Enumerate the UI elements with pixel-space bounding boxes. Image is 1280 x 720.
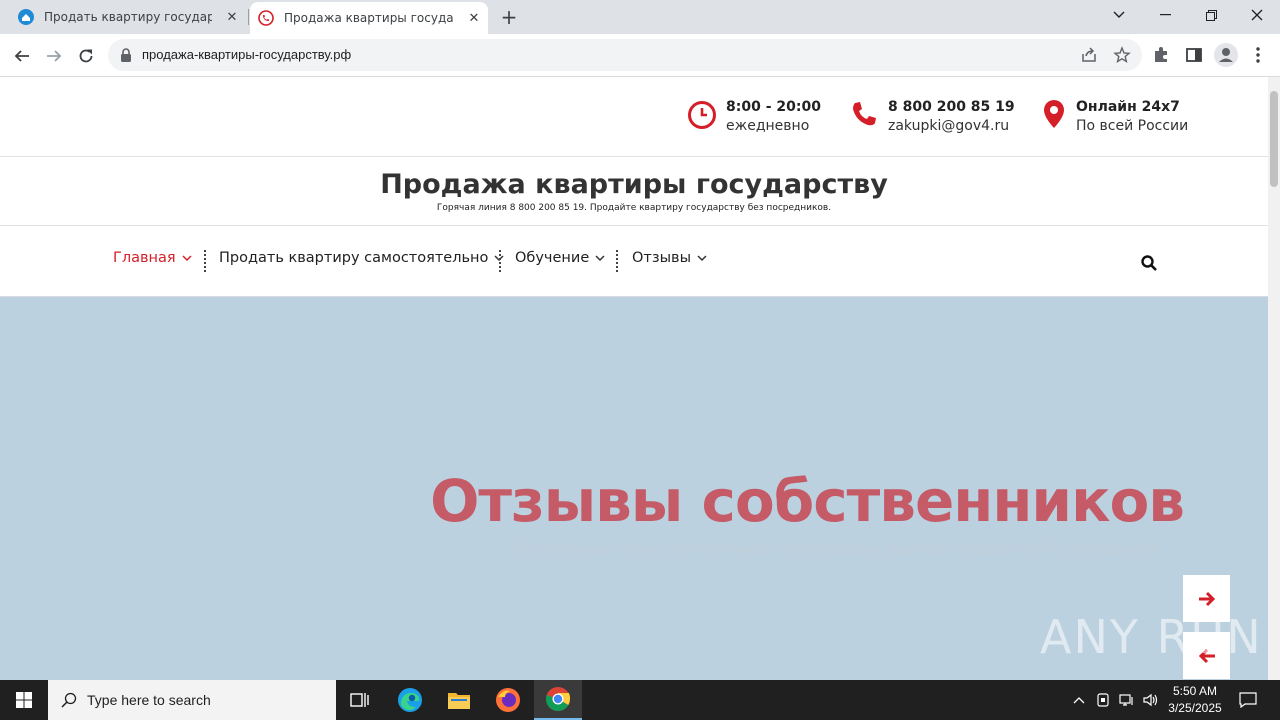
search-icon[interactable]	[1140, 254, 1158, 272]
extensions-puzzle-icon[interactable]	[1152, 45, 1172, 65]
new-tab-button[interactable]: +	[498, 6, 520, 28]
side-panel-icon[interactable]	[1184, 45, 1204, 65]
hours-text: 8:00 - 20:00	[726, 99, 821, 115]
address-bar[interactable]: продажа-квартиры-государству.рф	[108, 39, 1142, 71]
chrome-icon	[546, 687, 571, 712]
start-button[interactable]	[0, 680, 48, 720]
menu-item-home[interactable]: Главная	[113, 250, 192, 266]
menu-item-reviews[interactable]: Отзывы	[632, 250, 707, 266]
web-page: 8:00 - 20:00 ежедневно 8 800 200 85 19 z…	[0, 77, 1268, 680]
folder-icon	[448, 693, 470, 709]
menu-item-label: Обучение	[515, 250, 590, 266]
contact-phone: 8 800 200 85 19 zakupki@gov4.ru	[848, 98, 1015, 136]
search-icon	[61, 692, 77, 708]
chevron-down-icon	[595, 255, 605, 262]
chevron-down-icon	[697, 255, 707, 262]
region-text: По всей России	[1076, 118, 1189, 134]
contact-hours: 8:00 - 20:00 ежедневно	[686, 98, 821, 136]
url-text[interactable]: продажа-квартиры-государству.рф	[142, 47, 351, 62]
tab-search-chevron-icon[interactable]	[1096, 0, 1142, 30]
chevron-down-icon	[182, 255, 192, 262]
site-title[interactable]: Продажа квартиры государству	[0, 169, 1268, 200]
taskbar-search-box[interactable]: Type here to search	[48, 680, 336, 720]
phone-number[interactable]: 8 800 200 85 19	[888, 98, 1015, 117]
tab-active[interactable]: Продажа квартиры государств ✕	[250, 2, 488, 34]
tray-overflow-icon[interactable]	[1070, 680, 1088, 720]
bookmark-star-icon[interactable]	[1113, 46, 1131, 64]
firefox-app-button[interactable]	[484, 680, 532, 720]
back-button[interactable]	[8, 42, 36, 70]
share-icon[interactable]	[1080, 46, 1098, 64]
edge-icon	[398, 688, 422, 712]
location-pin-icon	[1044, 100, 1064, 128]
menu-separator	[616, 250, 618, 272]
tab-title: Продать квартиру государству	[44, 10, 212, 24]
menu-item-label: Продать квартиру самостоятельно	[219, 250, 489, 266]
site-description: Горячая линия 8 800 200 85 19. Продайте …	[436, 203, 832, 213]
page-scrollbar[interactable]	[1268, 77, 1280, 680]
tab-inactive[interactable]: Продать квартиру государству ✕	[0, 0, 248, 34]
anyrun-watermark: ANY RUN	[1040, 610, 1263, 664]
menu-separator	[204, 250, 206, 272]
task-view-button[interactable]	[336, 680, 384, 720]
phone-icon	[853, 102, 876, 126]
browser-toolbar: продажа-квартиры-государству.рф	[0, 34, 1280, 77]
edge-app-button[interactable]	[386, 680, 434, 720]
clock-icon	[688, 101, 716, 129]
search-placeholder: Type here to search	[87, 692, 211, 708]
online-text: Онлайн 24x7	[1076, 99, 1180, 115]
reload-button[interactable]	[72, 42, 100, 70]
close-tab-icon[interactable]: ✕	[224, 9, 240, 25]
phone-favicon-icon	[258, 10, 274, 26]
firefox-icon	[496, 688, 520, 712]
menu-separator	[499, 250, 501, 272]
clock-date: 3/25/2025	[1168, 701, 1222, 715]
site-favicon-icon	[18, 9, 34, 25]
task-view-icon	[350, 693, 369, 707]
scrollbar-thumb[interactable]	[1270, 91, 1278, 187]
arrow-right-icon	[1198, 591, 1215, 606]
security-tray-icon[interactable]	[1094, 680, 1112, 720]
close-tab-icon[interactable]: ✕	[466, 10, 482, 26]
chrome-app-button[interactable]	[534, 680, 582, 720]
tab-strip: Продать квартиру государству ✕ Продажа к…	[0, 0, 1280, 34]
tab-title: Продажа квартиры государств	[284, 11, 454, 25]
email-link[interactable]: zakupki@gov4.ru	[888, 117, 1015, 136]
restore-button[interactable]	[1188, 0, 1234, 30]
minimize-button[interactable]	[1142, 0, 1188, 30]
notifications-icon[interactable]	[1236, 680, 1260, 720]
menu-item-sell-yourself[interactable]: Продать квартиру самостоятельно	[219, 250, 504, 266]
hero-title: Отзывы собственников	[430, 467, 1185, 535]
hours-note: ежедневно	[726, 118, 810, 134]
close-window-button[interactable]	[1234, 0, 1280, 30]
file-explorer-button[interactable]	[435, 680, 483, 720]
menu-item-label: Главная	[113, 250, 176, 266]
profile-avatar-icon[interactable]	[1214, 43, 1238, 67]
menu-item-training[interactable]: Обучение	[515, 250, 605, 266]
more-menu-icon[interactable]	[1248, 45, 1268, 65]
windows-logo-icon	[16, 692, 32, 708]
title-divider	[0, 225, 1268, 226]
taskbar: Type here to search 5:50 AM 3/25/2025	[0, 680, 1280, 720]
contact-location: Онлайн 24x7 По всей России	[1040, 98, 1188, 136]
clock-time: 5:50 AM	[1172, 684, 1218, 698]
header-divider	[0, 156, 1268, 157]
tab-divider	[248, 9, 249, 25]
network-icon[interactable]	[1117, 680, 1137, 720]
forward-button[interactable]	[40, 42, 68, 70]
taskbar-clock[interactable]: 5:50 AM 3/25/2025	[1158, 683, 1232, 717]
hero-subtitle: Все реальные отзывы собственников после …	[513, 542, 1160, 557]
menu-item-label: Отзывы	[632, 250, 692, 266]
lock-icon[interactable]	[120, 48, 132, 62]
